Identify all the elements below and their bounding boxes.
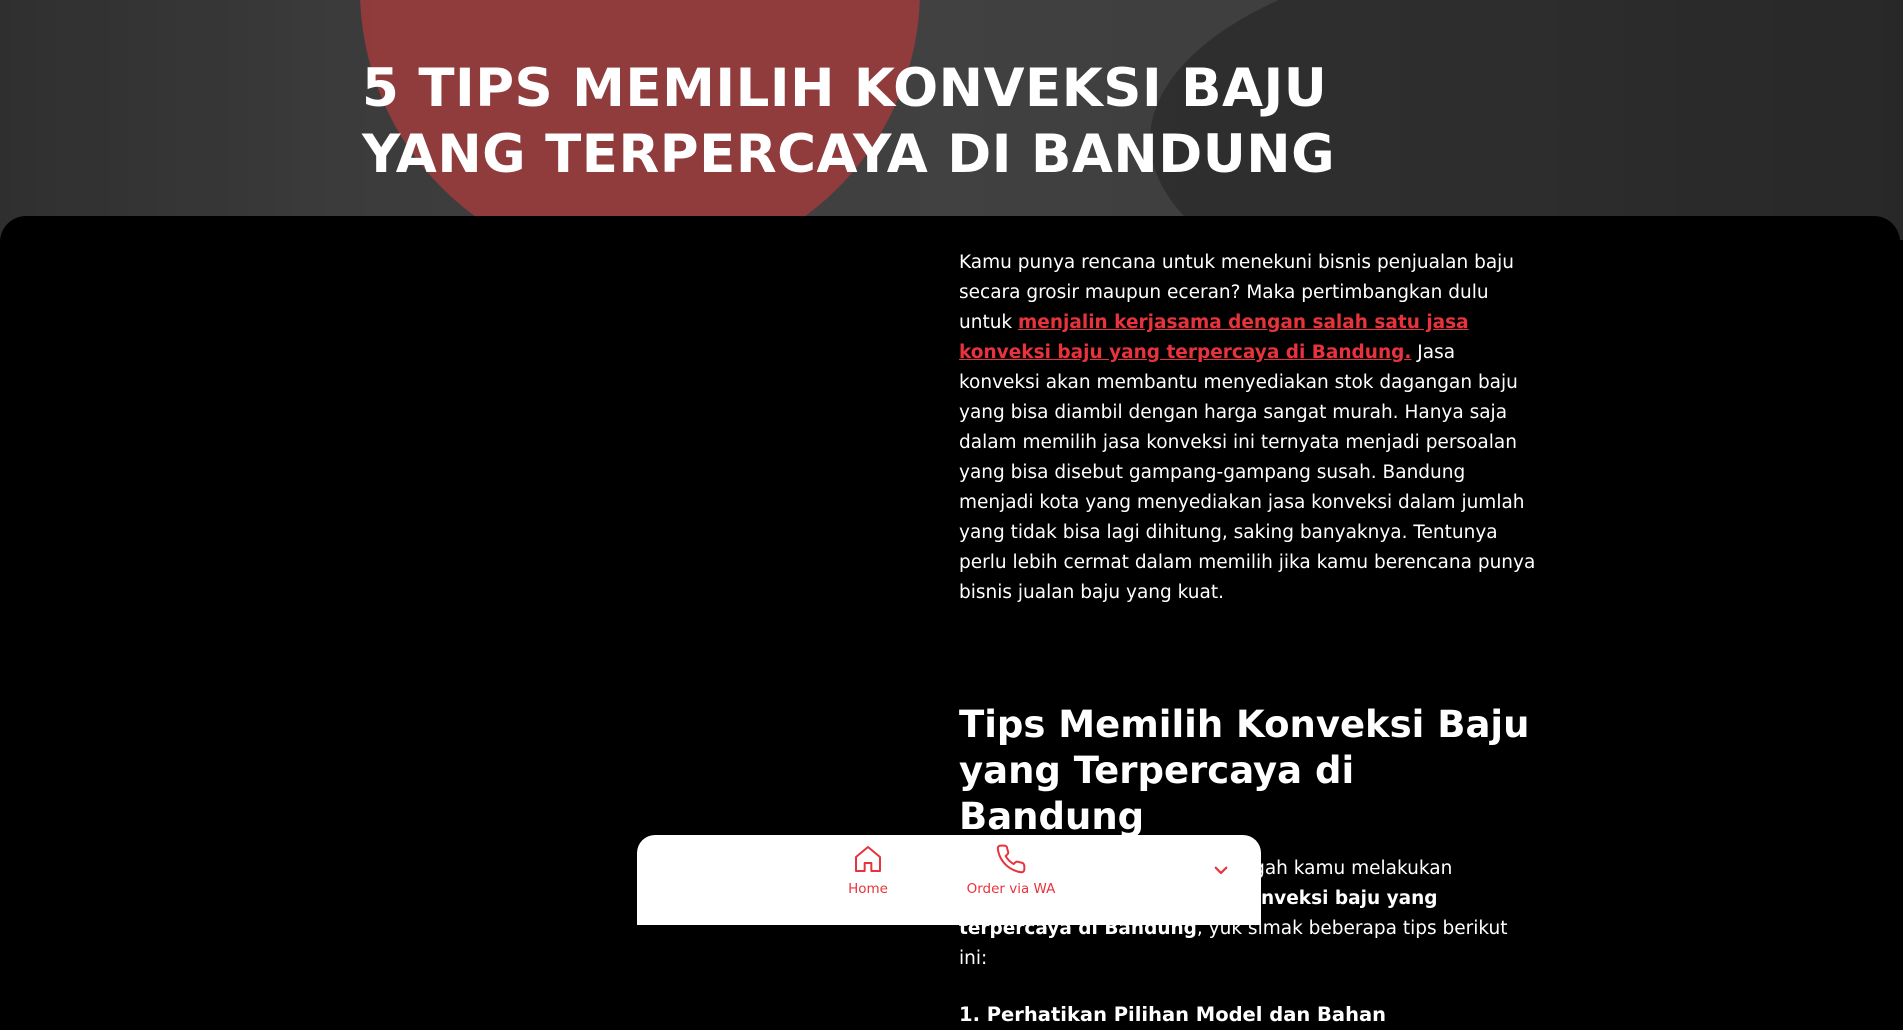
- article-container: Kamu punya rencana untuk menekuni bisnis…: [0, 216, 1900, 1026]
- order-wa-button[interactable]: Order via WA: [956, 843, 1066, 897]
- order-wa-label: Order via WA: [966, 881, 1056, 897]
- section-heading: Tips Memilih Konveksi Baju yang Terperca…: [959, 703, 1530, 838]
- home-label: Home: [848, 881, 888, 897]
- home-icon: [855, 846, 881, 872]
- phone-icon: [996, 844, 1026, 874]
- intro-text-end: Jasa konveksi akan membantu menyediakan …: [959, 342, 1536, 603]
- tip-heading: 1. Perhatikan Pilihan Model dan Bahan: [959, 1003, 1386, 1026]
- bottom-nav: Home Order via WA: [637, 835, 1261, 925]
- hero-banner: 5 TIPS MEMILIH KONVEKSI BAJU YANG TERPER…: [0, 0, 1903, 240]
- intro-paragraph: Kamu punya rencana untuk menekuni bisnis…: [959, 248, 1539, 608]
- home-button[interactable]: Home: [813, 843, 923, 897]
- konveksi-link[interactable]: menjalin kerjasama dengan salah satu jas…: [959, 312, 1469, 363]
- expand-nav-toggle[interactable]: [1212, 861, 1230, 883]
- chevron-down-icon: [1214, 866, 1228, 875]
- page-title: 5 TIPS MEMILIH KONVEKSI BAJU YANG TERPER…: [362, 58, 1336, 185]
